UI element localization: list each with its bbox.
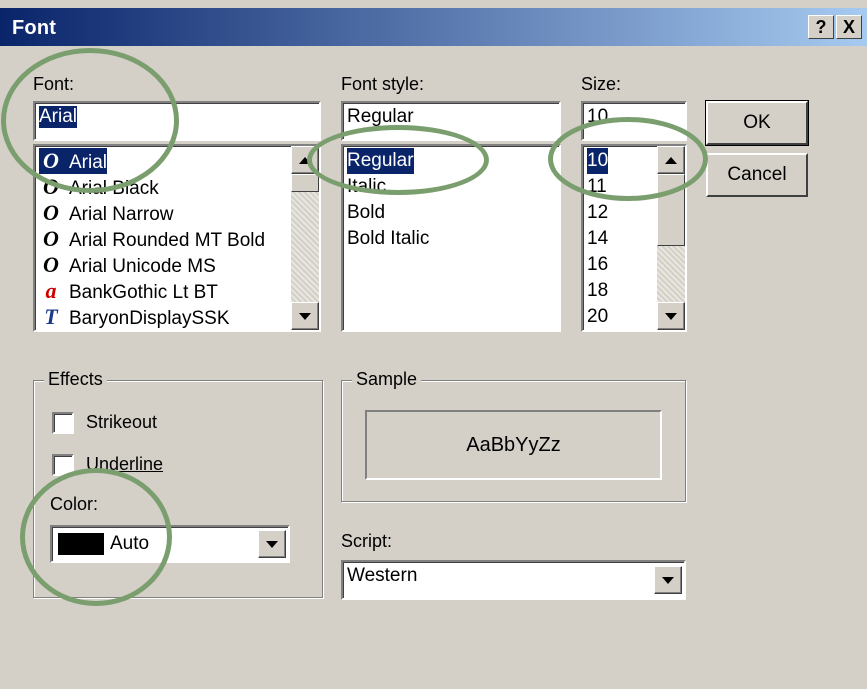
window-title: Font [12,17,57,39]
opentype-icon: O [43,226,59,251]
close-button[interactable]: X [836,15,862,39]
size-item-label: 10 [587,150,609,171]
strikeout-checkbox[interactable] [52,412,74,434]
font-item[interactable]: O Arial Narrow [39,200,174,226]
type1-icon: a [45,278,57,303]
style-item-label: Bold [347,202,386,223]
style-item[interactable]: Italic [347,174,386,200]
size-item[interactable]: 10 [587,148,609,174]
size-list[interactable]: 10 11 12 14 16 18 20 [581,144,687,332]
color-select[interactable]: Auto [50,525,290,563]
title-bar: Font ? X [0,8,867,46]
font-list[interactable]: O Arial O Arial Black O Arial Narrow O Arial Ro… [33,144,321,332]
size-item[interactable]: 12 [587,200,608,226]
opentype-icon: O [43,200,59,225]
scroll-down-button[interactable] [657,302,685,330]
color-swatch [58,533,104,555]
font-style-input[interactable]: Regular [341,101,561,141]
font-item-label: Arial Narrow [69,204,174,225]
size-label: Size: [581,74,622,94]
font-style-label: Font style: [341,74,425,94]
arrow-up-icon [665,156,677,164]
scroll-thumb[interactable] [657,174,685,246]
font-item[interactable]: T BaryonDisplaySSK [39,304,230,330]
truetype-icon: T [44,304,58,329]
sample-preview: AaBbYyZz [365,410,662,480]
style-item-label: Regular [347,150,414,171]
size-item[interactable]: 16 [587,252,608,278]
size-item[interactable]: 20 [587,304,608,330]
cancel-button[interactable]: Cancel [706,153,808,197]
size-item-label: 12 [587,202,609,223]
font-item-label: Arial Unicode MS [69,256,216,277]
size-item-label: 11 [587,176,607,197]
opentype-icon: O [43,252,59,277]
script-select[interactable]: Western [341,560,686,600]
script-dropdown-button[interactable] [654,566,682,594]
size-value: 10 [587,106,609,127]
ok-button[interactable]: OK [705,100,809,146]
style-item[interactable]: Bold [347,200,385,226]
scroll-up-button[interactable] [291,146,319,174]
font-style-list[interactable]: Regular Italic Bold Bold Italic [341,144,561,332]
arrow-down-icon [665,312,677,320]
font-item-label: Arial [69,152,108,173]
font-name-input[interactable]: Arial [33,101,321,141]
chevron-down-icon [662,576,674,584]
font-item[interactable]: O Arial Unicode MS [39,252,216,278]
effects-label: Effects [44,369,107,390]
opentype-icon: O [43,174,59,199]
scroll-thumb[interactable] [291,174,319,192]
size-list-scrollbar[interactable] [657,146,685,330]
font-name-value: Arial [39,106,78,128]
strikeout-label: Strikeout [86,412,158,432]
scroll-down-button[interactable] [291,302,319,330]
color-label: Color: [50,494,99,514]
arrow-up-icon [299,156,311,164]
size-item[interactable]: 14 [587,226,608,252]
scroll-up-button[interactable] [657,146,685,174]
font-item-label: BaryonDisplaySSK [69,308,230,329]
font-label: Font: [33,74,75,94]
style-item-label: Italic [347,176,387,197]
style-item[interactable]: Regular [347,148,414,174]
font-style-value: Regular [347,106,414,127]
style-item[interactable]: Bold Italic [347,226,429,252]
sample-label: Sample [352,369,422,390]
font-item[interactable]: a BankGothic Lt BT [39,278,218,304]
size-input[interactable]: 10 [581,101,687,141]
font-list-scrollbar[interactable] [291,146,319,330]
script-value: Western [347,565,418,586]
opentype-icon: O [43,148,59,173]
size-item-label: 20 [587,306,609,327]
size-item[interactable]: 11 [587,174,607,200]
font-item-label: Arial Rounded MT Bold [69,230,266,251]
size-item[interactable]: 18 [587,278,608,304]
color-value: Auto [110,533,150,554]
size-item-label: 16 [587,254,609,275]
effects-group: Effects [33,369,323,598]
script-label: Script: [341,531,393,551]
arrow-down-icon [299,312,311,320]
size-item-label: 14 [587,228,609,249]
color-dropdown-button[interactable] [258,530,286,558]
underline-checkbox[interactable] [52,454,74,476]
chevron-down-icon [266,540,278,548]
size-item-label: 18 [587,280,609,301]
font-item[interactable]: O Arial Black [39,174,159,200]
font-item[interactable]: O Arial [39,148,108,174]
font-item[interactable]: O Arial Rounded MT Bold [39,226,265,252]
font-item-label: BankGothic Lt BT [69,282,218,303]
underline-label: Underline [86,454,164,474]
help-button[interactable]: ? [808,15,834,39]
style-item-label: Bold Italic [347,228,430,249]
font-item-label: Arial Black [69,178,159,199]
